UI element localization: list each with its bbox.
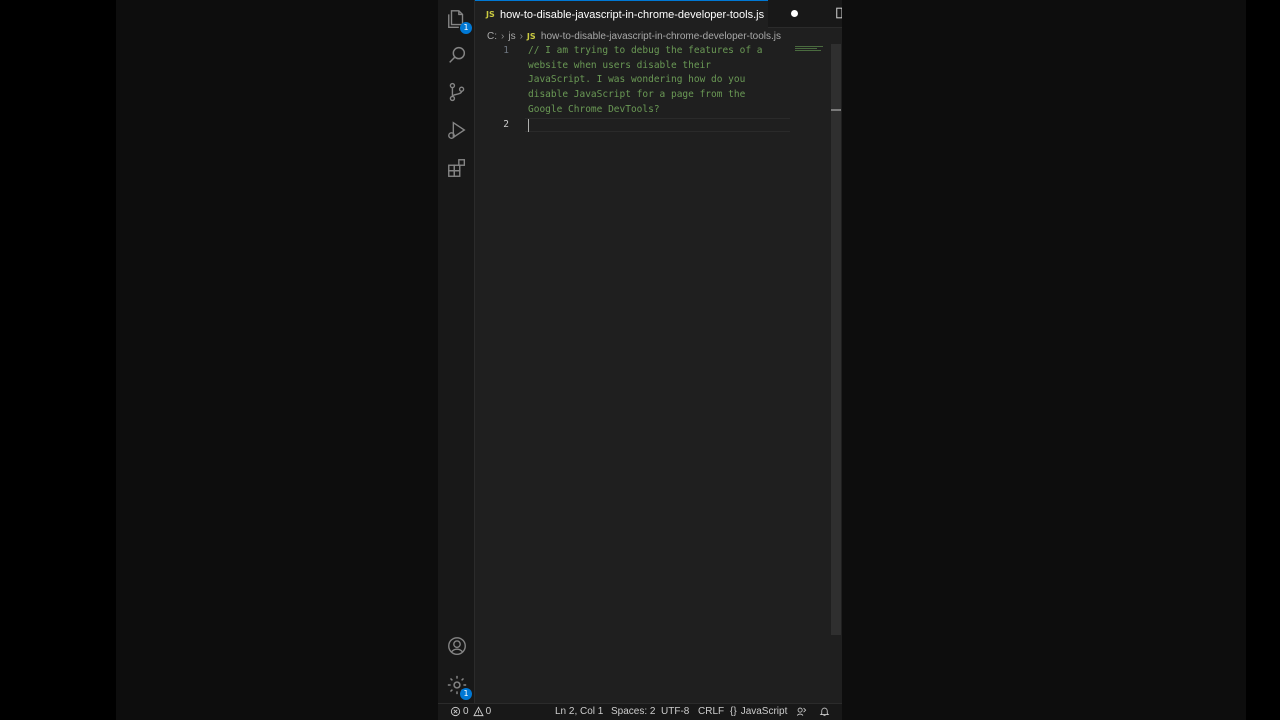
run-debug-icon[interactable] xyxy=(445,118,469,142)
editor-tab-bar: JS how-to-disable-javascript-in-chrome-d… xyxy=(475,0,842,28)
code-line[interactable]: disable JavaScript for a page from the xyxy=(528,89,745,100)
code-editor[interactable]: 1 // I am trying to debug the features o… xyxy=(475,44,829,703)
tab-active-file[interactable]: JS how-to-disable-javascript-in-chrome-d… xyxy=(475,0,768,28)
cursor-position-status[interactable]: Ln 2, Col 1 xyxy=(555,706,603,717)
js-file-icon: JS xyxy=(486,10,495,19)
code-line[interactable]: // I am trying to debug the features of … xyxy=(528,45,763,56)
explorer-badge: 1 xyxy=(460,22,472,34)
vscode-window: 1 1 JS how-to-disable-javascript-in-chro… xyxy=(438,0,842,720)
language-label: JavaScript xyxy=(740,706,788,717)
right-background-band xyxy=(842,0,1246,720)
line-number: 1 xyxy=(503,45,509,56)
warning-icon xyxy=(472,706,484,717)
settings-badge: 1 xyxy=(460,688,472,700)
activity-bar: 1 1 xyxy=(438,0,475,703)
breadcrumb-drive[interactable]: C: xyxy=(487,31,497,42)
tab-label: how-to-disable-javascript-in-chrome-deve… xyxy=(500,8,765,21)
split-editor-icon[interactable] xyxy=(835,6,842,22)
encoding-status[interactable]: UTF-8 xyxy=(661,706,689,717)
error-icon xyxy=(450,706,461,717)
code-line[interactable]: website when users disable their xyxy=(528,60,711,71)
line-number: 2 xyxy=(503,119,509,130)
braces-icon: {} xyxy=(730,706,737,717)
breadcrumb-folder[interactable]: js xyxy=(508,31,515,42)
text-cursor xyxy=(528,119,529,132)
chevron-right-icon: › xyxy=(501,30,505,42)
chevron-right-icon: › xyxy=(519,30,523,42)
vertical-scrollbar-thumb[interactable] xyxy=(831,44,841,635)
current-line-highlight xyxy=(525,118,790,132)
unsaved-dot-icon[interactable] xyxy=(791,10,798,17)
warning-count: 0 xyxy=(485,706,492,717)
problems-status[interactable]: 0 0 xyxy=(450,706,491,717)
scrollbar-cursor-marker xyxy=(831,109,841,111)
code-line[interactable]: JavaScript. I was wondering how do you xyxy=(528,74,745,85)
extensions-icon[interactable] xyxy=(445,156,469,180)
explorer-icon[interactable]: 1 xyxy=(445,7,472,34)
code-line[interactable]: Google Chrome DevTools? xyxy=(528,104,660,115)
js-file-icon: JS xyxy=(526,31,536,41)
notifications-bell-icon[interactable] xyxy=(819,706,830,717)
eol-status[interactable]: CRLF xyxy=(698,706,724,717)
error-count: 0 xyxy=(463,706,469,717)
left-background-band xyxy=(116,0,438,720)
breadcrumb: C: › js › JS how-to-disable-javascript-i… xyxy=(487,28,781,44)
breadcrumb-file[interactable]: how-to-disable-javascript-in-chrome-deve… xyxy=(541,31,781,42)
search-icon[interactable] xyxy=(445,43,469,67)
copilot-status-icon[interactable] xyxy=(796,706,807,717)
indentation-status[interactable]: Spaces: 2 xyxy=(611,706,655,717)
language-mode-status[interactable]: {} JavaScript xyxy=(730,706,787,717)
manage-gear-icon[interactable]: 1 xyxy=(445,673,472,700)
accounts-icon[interactable] xyxy=(445,634,469,658)
status-bar: 0 0 Ln 2, Col 1 Spaces: 2 UTF-8 CRLF {} … xyxy=(438,703,842,720)
source-control-icon[interactable] xyxy=(445,80,469,104)
